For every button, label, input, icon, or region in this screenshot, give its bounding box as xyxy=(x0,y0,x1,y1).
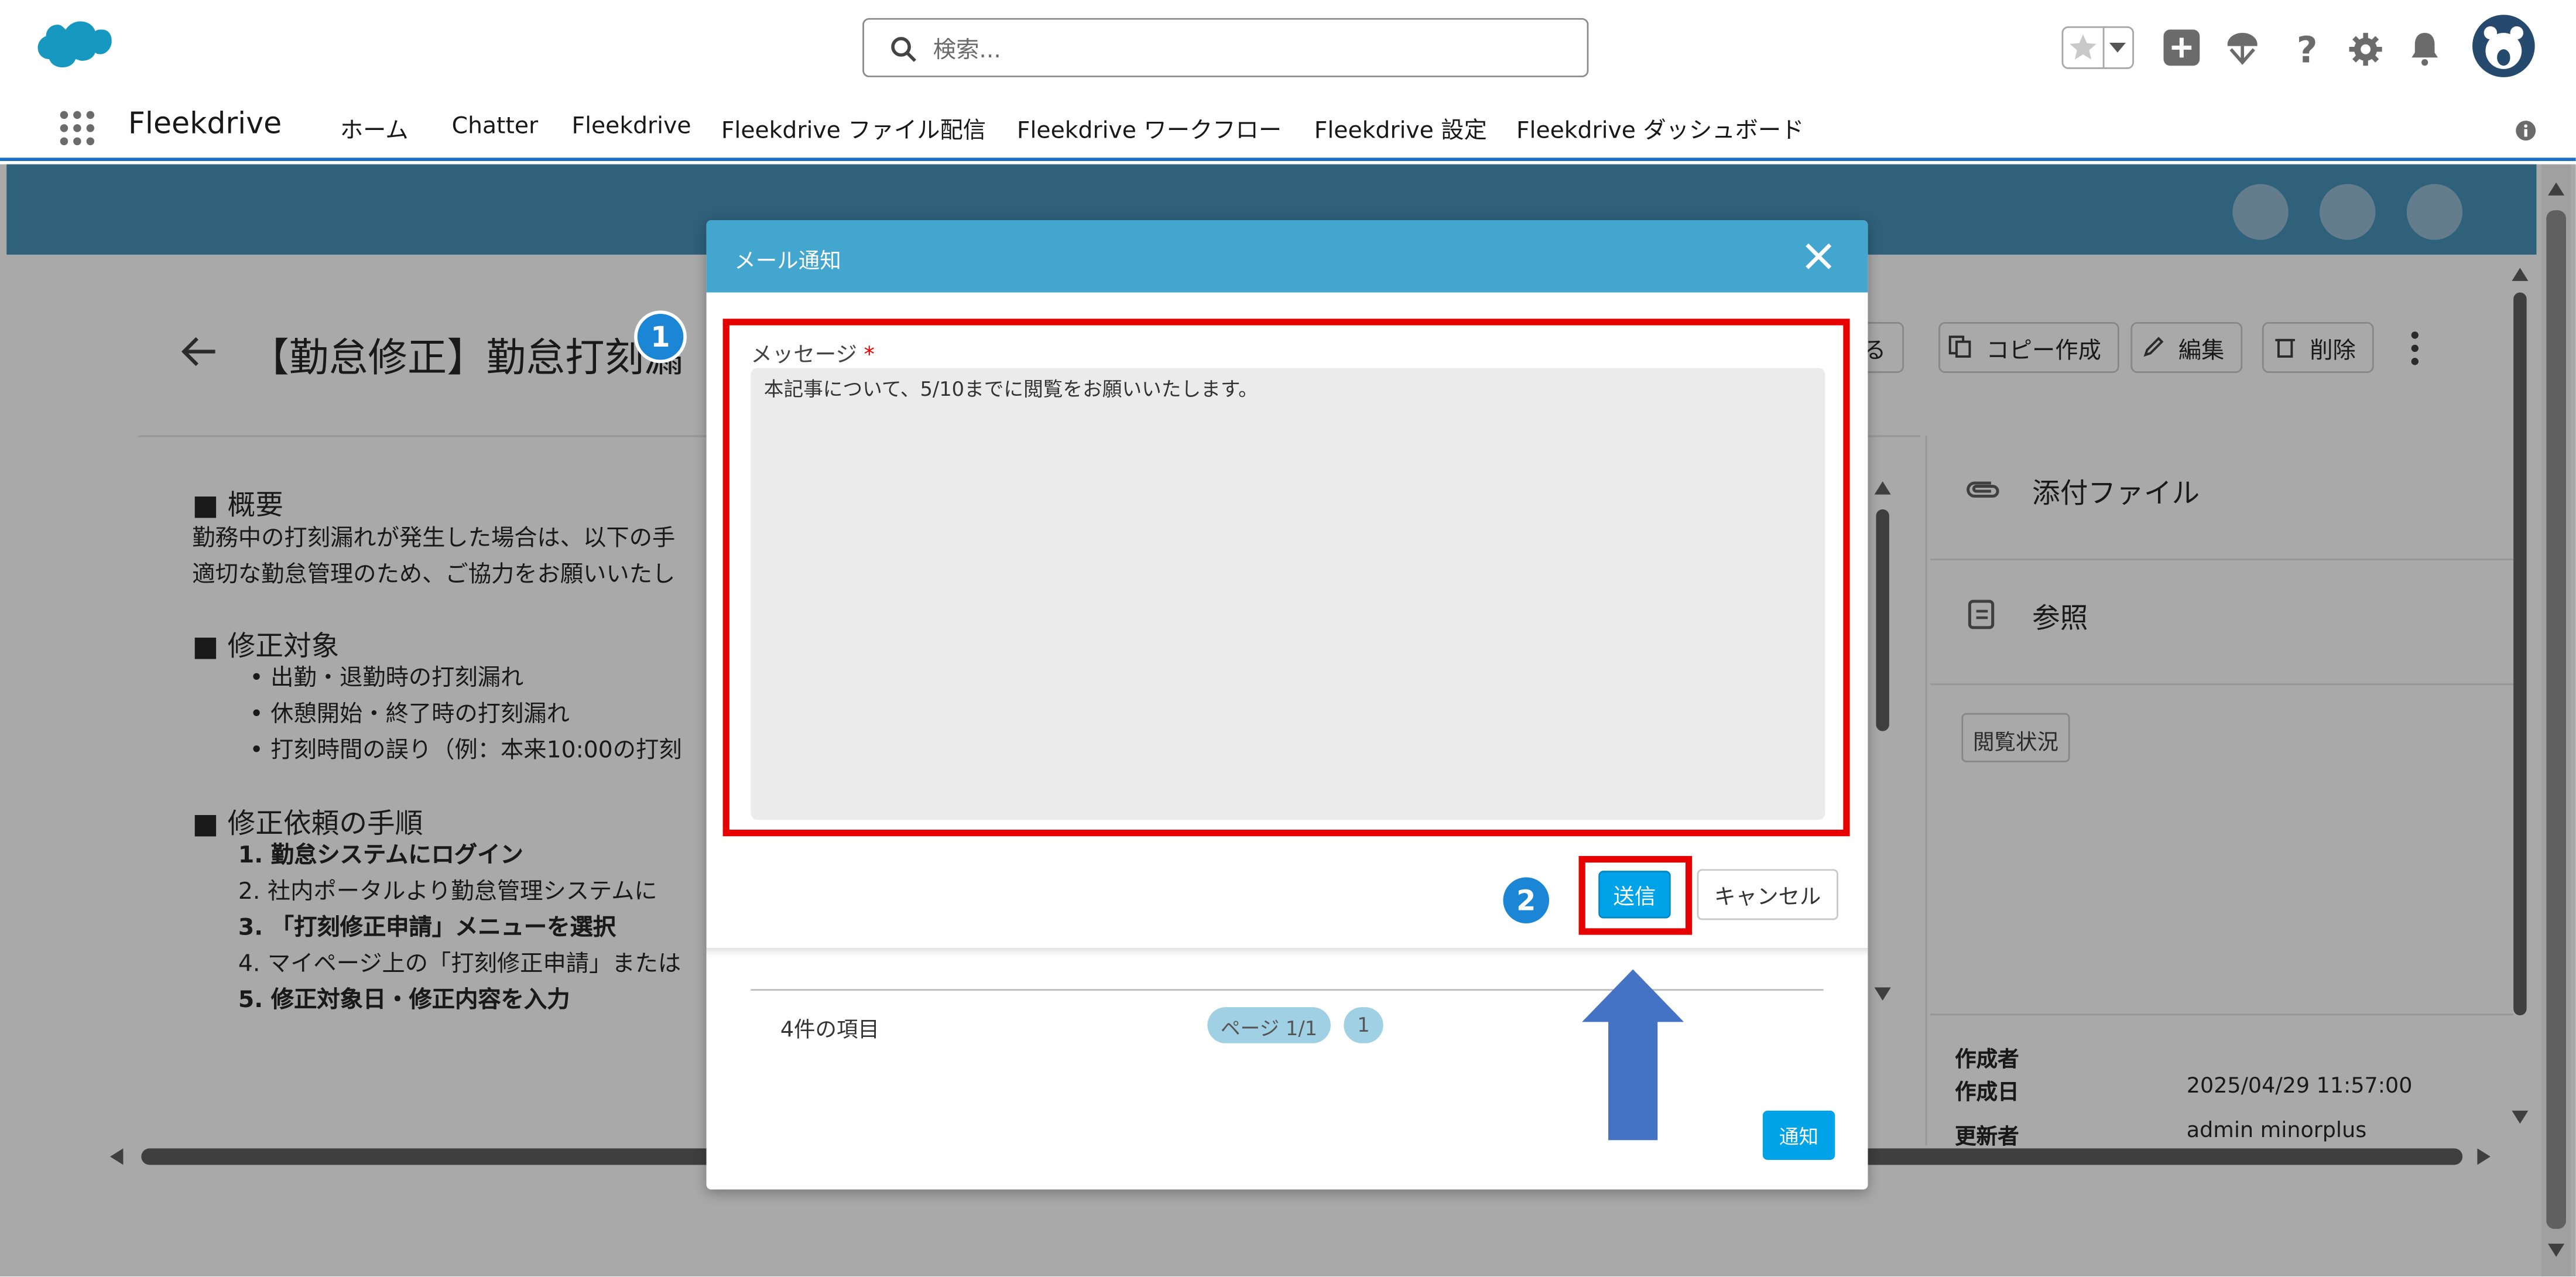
nav-item-chatter[interactable]: Chatter xyxy=(452,114,539,140)
item-count: 4件の項目 xyxy=(780,1018,879,1043)
star-icon xyxy=(2070,34,2097,60)
close-icon[interactable] xyxy=(1802,240,1835,273)
step-1-badge: 1 xyxy=(634,310,687,364)
nav-item-home[interactable]: ホーム xyxy=(340,114,409,146)
search-icon xyxy=(891,37,916,62)
app-name: Fleekdrive xyxy=(128,107,282,142)
salesforce-logo-icon[interactable] xyxy=(33,20,112,76)
app-navigation-bar: Fleekdrive ホーム Chatter Fleekdrive Fleekd… xyxy=(0,95,2576,161)
global-search-input[interactable]: 検索... xyxy=(862,18,1589,77)
cancel-button[interactable]: キャンセル xyxy=(1697,869,1838,920)
user-avatar[interactable] xyxy=(2472,15,2535,77)
dialog-title: メール通知 xyxy=(734,249,841,275)
page-number-button[interactable]: 1 xyxy=(1344,1007,1383,1043)
pager-label: ページ 1/1 xyxy=(1207,1007,1331,1043)
nav-item-settings[interactable]: Fleekdrive 設定 xyxy=(1314,114,1487,146)
highlight-box-send xyxy=(1578,855,1693,935)
dialog-lower-area xyxy=(706,948,1868,1190)
nav-item-fleekdrive[interactable]: Fleekdrive xyxy=(571,114,691,140)
info-icon[interactable] xyxy=(2515,120,2536,141)
nav-item-dashboard[interactable]: Fleekdrive ダッシュボード xyxy=(1516,114,1804,146)
dialog-header: メール通知 xyxy=(706,220,1868,293)
screen: 検索... ? Fleekdrive ホーム Chatter Fleekdriv… xyxy=(0,0,2576,1277)
step-2-badge: 2 xyxy=(1499,874,1553,927)
svg-text:?: ? xyxy=(2297,29,2318,69)
nav-item-file-delivery[interactable]: Fleekdrive ファイル配信 xyxy=(721,114,986,146)
highlight-box-message xyxy=(722,319,1850,837)
notify-button[interactable]: 通知 xyxy=(1762,1110,1835,1160)
chevron-down-icon xyxy=(2109,42,2126,53)
help-icon[interactable]: ? xyxy=(2289,26,2328,69)
search-placeholder: 検索... xyxy=(933,37,1001,64)
notification-bell-icon[interactable] xyxy=(2405,26,2444,69)
nav-item-workflow[interactable]: Fleekdrive ワークフロー xyxy=(1017,114,1282,146)
setup-gear-icon[interactable] xyxy=(2346,26,2385,69)
up-arrow-icon xyxy=(1582,969,1684,1141)
mail-notification-dialog: メール通知 メッセージ * 本記事について、5/10までに閲覧をお願いいたします… xyxy=(706,220,1868,1190)
global-header: 検索... ? xyxy=(0,0,2576,95)
add-icon[interactable] xyxy=(2162,26,2201,69)
app-launcher-icon[interactable] xyxy=(59,110,95,146)
bear-avatar-icon xyxy=(2483,26,2524,69)
trailhead-icon[interactable] xyxy=(2223,26,2262,69)
favorites-button[interactable] xyxy=(2061,26,2134,69)
